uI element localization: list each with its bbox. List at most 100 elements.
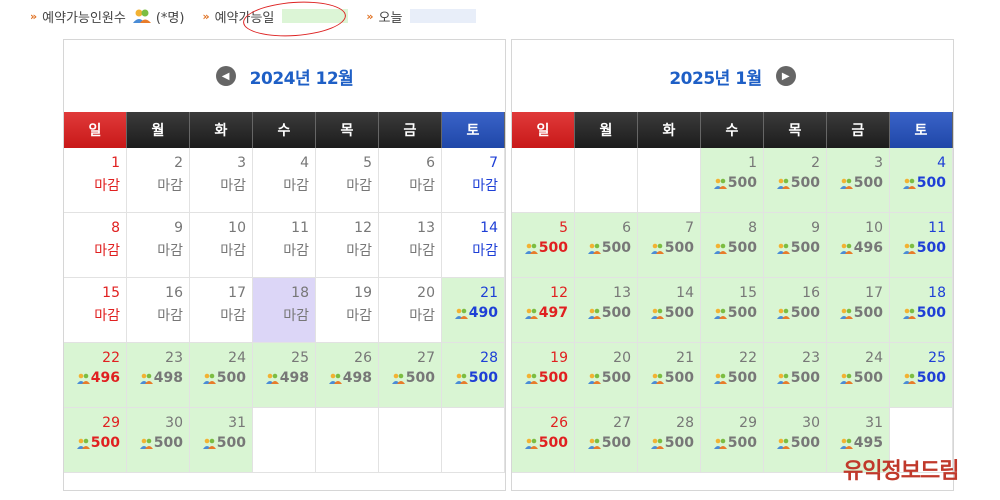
day-cell[interactable]: 28 500: [442, 343, 505, 408]
day-cell: [253, 408, 316, 473]
day-number: 18: [928, 285, 946, 301]
day-cell[interactable]: 6 500: [575, 213, 638, 278]
closed-status: 마감: [157, 178, 183, 194]
day-number: 5: [559, 220, 568, 236]
day-number: 5: [363, 155, 372, 171]
day-cell[interactable]: 30 500: [764, 408, 827, 473]
day-cell: 12 마감: [316, 213, 379, 278]
day-cell[interactable]: 17 500: [827, 278, 890, 343]
capacity-count: 500: [713, 435, 757, 451]
day-cell[interactable]: 24 500: [827, 343, 890, 408]
weekday-label: 일: [512, 112, 575, 148]
day-cell[interactable]: 23 500: [764, 343, 827, 408]
people-icon: [139, 438, 153, 449]
day-cell[interactable]: 5 500: [512, 213, 575, 278]
capacity-count: 500: [524, 370, 568, 386]
day-cell[interactable]: 31 500: [190, 408, 253, 473]
day-cell[interactable]: 23 498: [127, 343, 190, 408]
day-cell[interactable]: 15 500: [701, 278, 764, 343]
people-icon: [713, 438, 727, 449]
day-cell[interactable]: 1 500: [701, 148, 764, 213]
day-number: 14: [480, 220, 498, 236]
capacity-count: 498: [265, 370, 309, 386]
capacity-count: 500: [776, 240, 820, 256]
day-cell[interactable]: 27 500: [575, 408, 638, 473]
day-cell[interactable]: 22 500: [701, 343, 764, 408]
day-cell[interactable]: 7 500: [638, 213, 701, 278]
weekday-label: 화: [190, 112, 253, 148]
day-cell[interactable]: 21 500: [638, 343, 701, 408]
capacity-count: 500: [650, 435, 694, 451]
day-cell[interactable]: 26 498: [316, 343, 379, 408]
day-cell[interactable]: 9 500: [764, 213, 827, 278]
people-icon: [650, 243, 664, 254]
day-cell: 11 마감: [253, 213, 316, 278]
people-icon: [524, 308, 538, 319]
day-cell[interactable]: 18 500: [890, 278, 953, 343]
legend-available-label: 예약가능일: [214, 10, 275, 26]
weekday-label: 금: [827, 112, 890, 148]
day-number: 2: [811, 155, 820, 171]
day-cell[interactable]: 27 500: [379, 343, 442, 408]
day-cell[interactable]: 13 500: [575, 278, 638, 343]
day-cell[interactable]: 10 496: [827, 213, 890, 278]
next-month-button[interactable]: ▶: [775, 66, 796, 86]
day-cell[interactable]: 29 500: [701, 408, 764, 473]
day-cell[interactable]: 26 500: [512, 408, 575, 473]
day-number: 23: [802, 350, 820, 366]
closed-status: 마감: [409, 243, 435, 259]
capacity-count: 500: [650, 370, 694, 386]
day-cell: 10 마감: [190, 213, 253, 278]
day-cell[interactable]: 3 500: [827, 148, 890, 213]
day-cell[interactable]: 8 500: [701, 213, 764, 278]
day-number: 30: [165, 415, 183, 431]
day-cell[interactable]: 24 500: [190, 343, 253, 408]
day-cell[interactable]: 2 500: [764, 148, 827, 213]
closed-status: 마감: [409, 178, 435, 194]
day-number: 6: [622, 220, 631, 236]
day-cell[interactable]: 28 500: [638, 408, 701, 473]
calendar-grid: 일월화수목금토 1 마감 2 마감 3 마감 4 마감 5 마감 6 마감 7 마감 8 마감 9 마감 10 마감 1…: [64, 112, 505, 473]
closed-status: 마감: [283, 178, 309, 194]
capacity-count: 500: [454, 370, 498, 386]
prev-month-button[interactable]: ◀: [215, 66, 236, 86]
capacity-count: 500: [902, 305, 946, 321]
weekday-label: 토: [890, 112, 953, 148]
day-number: 9: [174, 220, 183, 236]
day-number: 19: [354, 285, 372, 301]
people-icon: [713, 178, 727, 189]
weekday-label: 토: [442, 112, 505, 148]
day-cell[interactable]: 25 498: [253, 343, 316, 408]
day-cell: 3 마감: [190, 148, 253, 213]
weekday-label: 수: [253, 112, 316, 148]
day-number: 12: [550, 285, 568, 301]
day-cell: 8 마감: [64, 213, 127, 278]
capacity-count: 500: [587, 305, 631, 321]
day-cell: 17 마감: [190, 278, 253, 343]
people-icon: [839, 373, 853, 384]
closed-status: 마감: [283, 243, 309, 259]
day-cell[interactable]: 14 500: [638, 278, 701, 343]
day-cell[interactable]: 16 500: [764, 278, 827, 343]
capacity-count: 498: [139, 370, 183, 386]
day-number: 4: [300, 155, 309, 171]
legend-people-label: 예약가능인원수: [42, 10, 126, 26]
day-cell[interactable]: 29 500: [64, 408, 127, 473]
day-number: 10: [865, 220, 883, 236]
day-cell[interactable]: 30 500: [127, 408, 190, 473]
day-cell[interactable]: 25 500: [890, 343, 953, 408]
day-cell[interactable]: 20 500: [575, 343, 638, 408]
day-number: 29: [102, 415, 120, 431]
capacity-count: 500: [902, 240, 946, 256]
day-cell[interactable]: 12 497: [512, 278, 575, 343]
capacity-count: 500: [587, 370, 631, 386]
capacity-count: 500: [839, 305, 883, 321]
day-cell[interactable]: 21 490: [442, 278, 505, 343]
day-cell[interactable]: 4 500: [890, 148, 953, 213]
day-cell[interactable]: 22 496: [64, 343, 127, 408]
capacity-count: 500: [713, 240, 757, 256]
day-cell[interactable]: 19 500: [512, 343, 575, 408]
day-cell[interactable]: 11 500: [890, 213, 953, 278]
day-number: 30: [802, 415, 820, 431]
people-icon: [713, 373, 727, 384]
